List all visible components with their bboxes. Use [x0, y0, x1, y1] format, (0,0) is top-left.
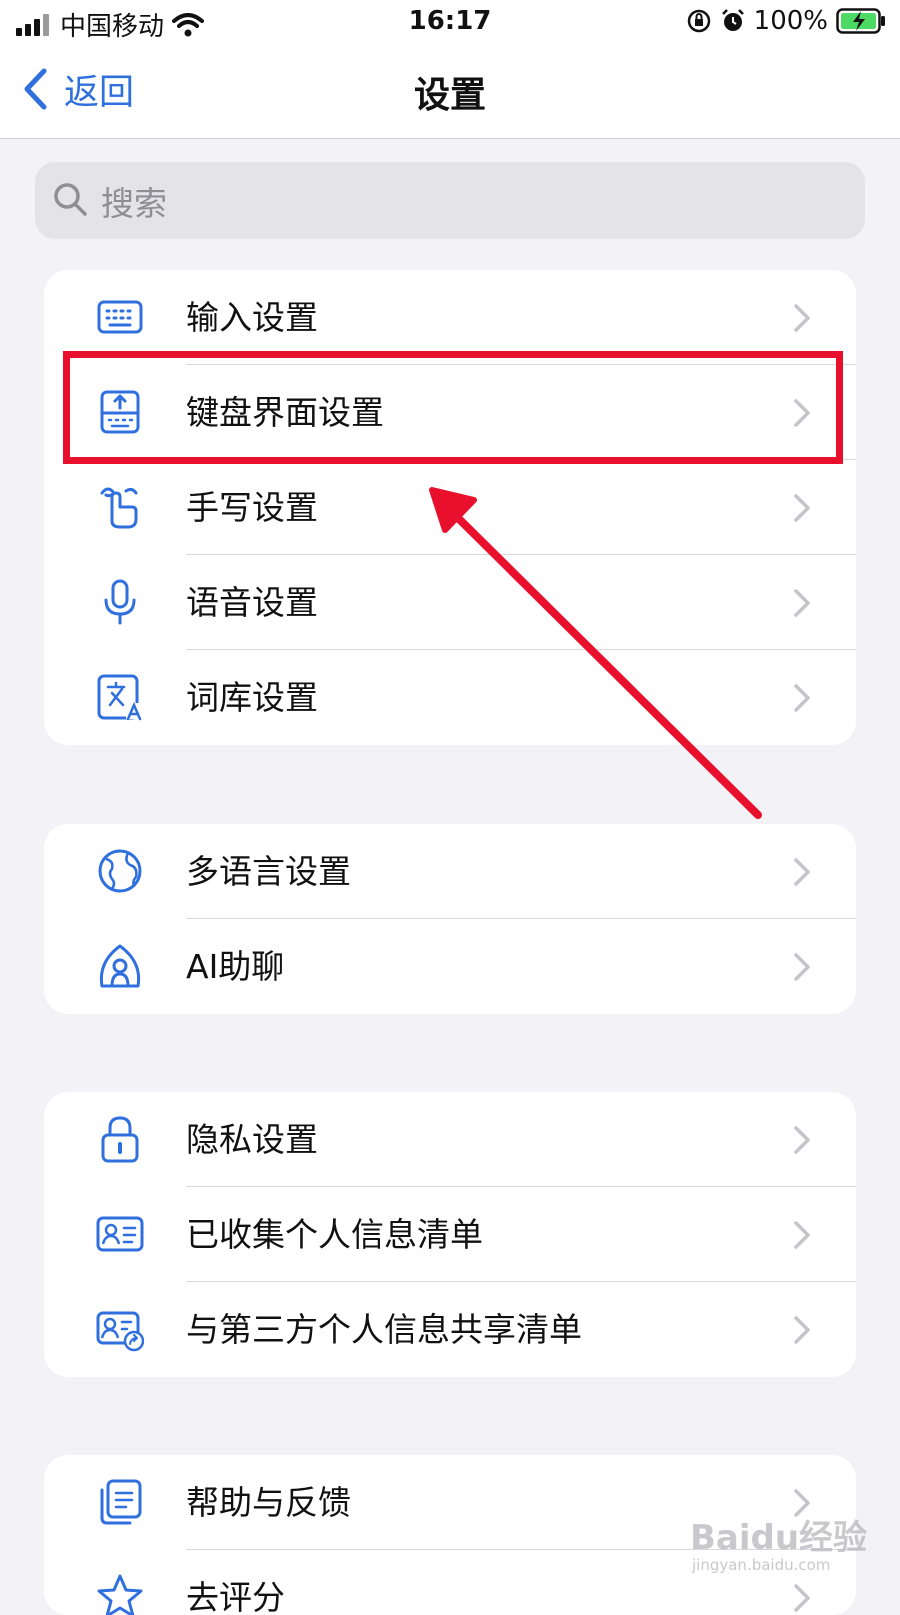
watermark-url: jingyan.baidu.com: [692, 1556, 831, 1574]
status-bar: 中国移动 16:17 100%: [0, 0, 900, 44]
chevron-right-icon: [794, 858, 810, 886]
settings-item-label: 多语言设置: [186, 852, 351, 891]
lock-icon: [101, 1116, 139, 1163]
chevron-right-icon: [794, 1221, 810, 1249]
keyboard-icon: [97, 300, 143, 334]
settings-item-label: 与第三方个人信息共享清单: [186, 1310, 582, 1349]
battery-percent: 100%: [753, 6, 828, 36]
chevron-right-icon: [794, 684, 810, 712]
orientation-lock-icon: [687, 9, 710, 33]
microphone-icon: [104, 579, 136, 625]
chevron-right-icon: [794, 953, 810, 981]
settings-group-privacy: 隐私设置 已收集个人信息清单 与第三方个人信息共享清单: [44, 1092, 856, 1377]
chevron-right-icon: [794, 1584, 810, 1612]
settings-item-label: 已收集个人信息清单: [186, 1215, 483, 1254]
chevron-right-icon: [794, 1316, 810, 1344]
status-right: 100%: [686, 6, 886, 36]
chevron-right-icon: [794, 494, 810, 522]
search-placeholder: 搜索: [101, 183, 167, 223]
page-title: 设置: [413, 75, 486, 116]
chevron-right-icon: [794, 304, 810, 332]
settings-item-collected-info[interactable]: 已收集个人信息清单: [44, 1187, 856, 1282]
chevron-right-icon: [794, 589, 810, 617]
dictionary-icon: [97, 674, 142, 721]
annotation-highlight-box: [63, 351, 843, 464]
settings-item-label: AI助聊: [186, 947, 285, 986]
settings-item-handwriting[interactable]: 手写设置: [44, 460, 856, 555]
settings-item-label: 语音设置: [186, 583, 318, 622]
chevron-right-icon: [794, 1126, 810, 1154]
help-feedback-icon: [100, 1479, 142, 1525]
settings-group-input: 输入设置 键盘界面设置 手写设置 语音设置 词库设置: [44, 270, 856, 745]
search-icon: [51, 180, 89, 222]
search-input[interactable]: 搜索: [35, 162, 865, 239]
settings-item-third-party-sharing[interactable]: 与第三方个人信息共享清单: [44, 1282, 856, 1377]
settings-item-voice[interactable]: 语音设置: [44, 555, 856, 650]
id-card-icon: [96, 1216, 144, 1252]
settings-group-language: 多语言设置 AI助聊: [44, 824, 856, 1014]
settings-item-label: 手写设置: [186, 488, 318, 527]
settings-item-multilanguage[interactable]: 多语言设置: [44, 824, 856, 919]
battery-charging-icon: [836, 8, 885, 34]
settings-item-label: 去评分: [186, 1578, 285, 1615]
navigation-bar: 返回 设置: [0, 44, 900, 139]
settings-item-label: 隐私设置: [186, 1120, 318, 1159]
share-card-icon: [96, 1311, 144, 1352]
globe-icon: [98, 849, 142, 893]
settings-item-privacy[interactable]: 隐私设置: [44, 1092, 856, 1187]
watermark-logo: Baidu经验: [690, 1518, 868, 1558]
alarm-icon: [721, 9, 744, 31]
star-icon: [97, 1574, 143, 1615]
settings-item-label: 帮助与反馈: [186, 1483, 351, 1522]
ai-assistant-icon: [99, 944, 141, 988]
handwriting-icon: [100, 487, 138, 529]
settings-item-dictionary[interactable]: 词库设置: [44, 650, 856, 745]
settings-item-label: 词库设置: [186, 678, 318, 717]
settings-item-ai-chat[interactable]: AI助聊: [44, 919, 856, 1014]
